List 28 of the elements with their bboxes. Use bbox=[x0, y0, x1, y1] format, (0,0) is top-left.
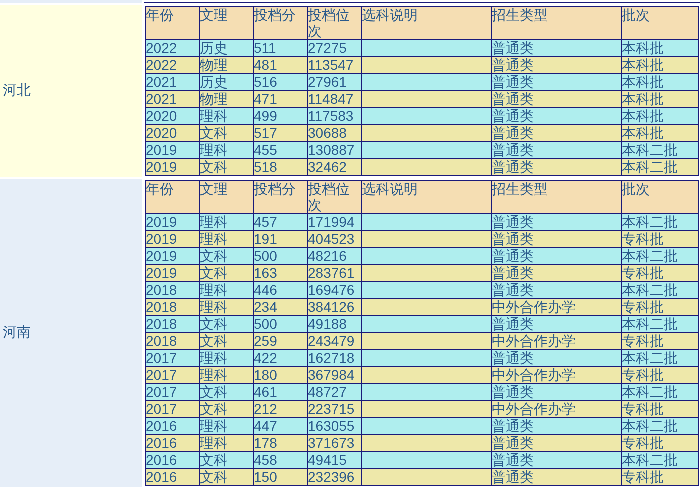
column-header: 年份 bbox=[146, 180, 200, 214]
column-header: 文理 bbox=[200, 180, 254, 214]
table-cell: 文科 bbox=[200, 158, 254, 176]
column-header: 投档位次 bbox=[308, 180, 362, 214]
column-header: 批次 bbox=[622, 6, 698, 40]
column-header: 投档分 bbox=[254, 6, 308, 40]
table-cell: 2019 bbox=[146, 158, 200, 176]
table-cell: 文科 bbox=[200, 468, 254, 486]
column-header: 批次 bbox=[622, 180, 698, 214]
column-header: 招生类型 bbox=[492, 180, 622, 214]
table-cell: 32462 bbox=[308, 158, 362, 176]
table-cell: 2016 bbox=[146, 468, 200, 486]
column-header: 选科说明 bbox=[362, 6, 492, 40]
table-cell: 专科批 bbox=[622, 468, 698, 486]
column-header: 投档分 bbox=[254, 180, 308, 214]
province-name: 河北 bbox=[3, 82, 31, 100]
column-header: 文理 bbox=[200, 6, 254, 40]
table-cell: 普通类 bbox=[492, 158, 622, 176]
table-cell: 普通类 bbox=[492, 468, 622, 486]
column-header: 招生类型 bbox=[492, 6, 622, 40]
province-name: 河南 bbox=[3, 324, 31, 342]
column-header: 年份 bbox=[146, 6, 200, 40]
table-cell: 518 bbox=[254, 158, 308, 176]
table-cell: 本科二批 bbox=[622, 158, 698, 176]
column-header: 选科说明 bbox=[362, 180, 492, 214]
column-header: 投档位次 bbox=[308, 6, 362, 40]
table-cell: 232396 bbox=[308, 468, 362, 486]
table-cell: 150 bbox=[254, 468, 308, 486]
